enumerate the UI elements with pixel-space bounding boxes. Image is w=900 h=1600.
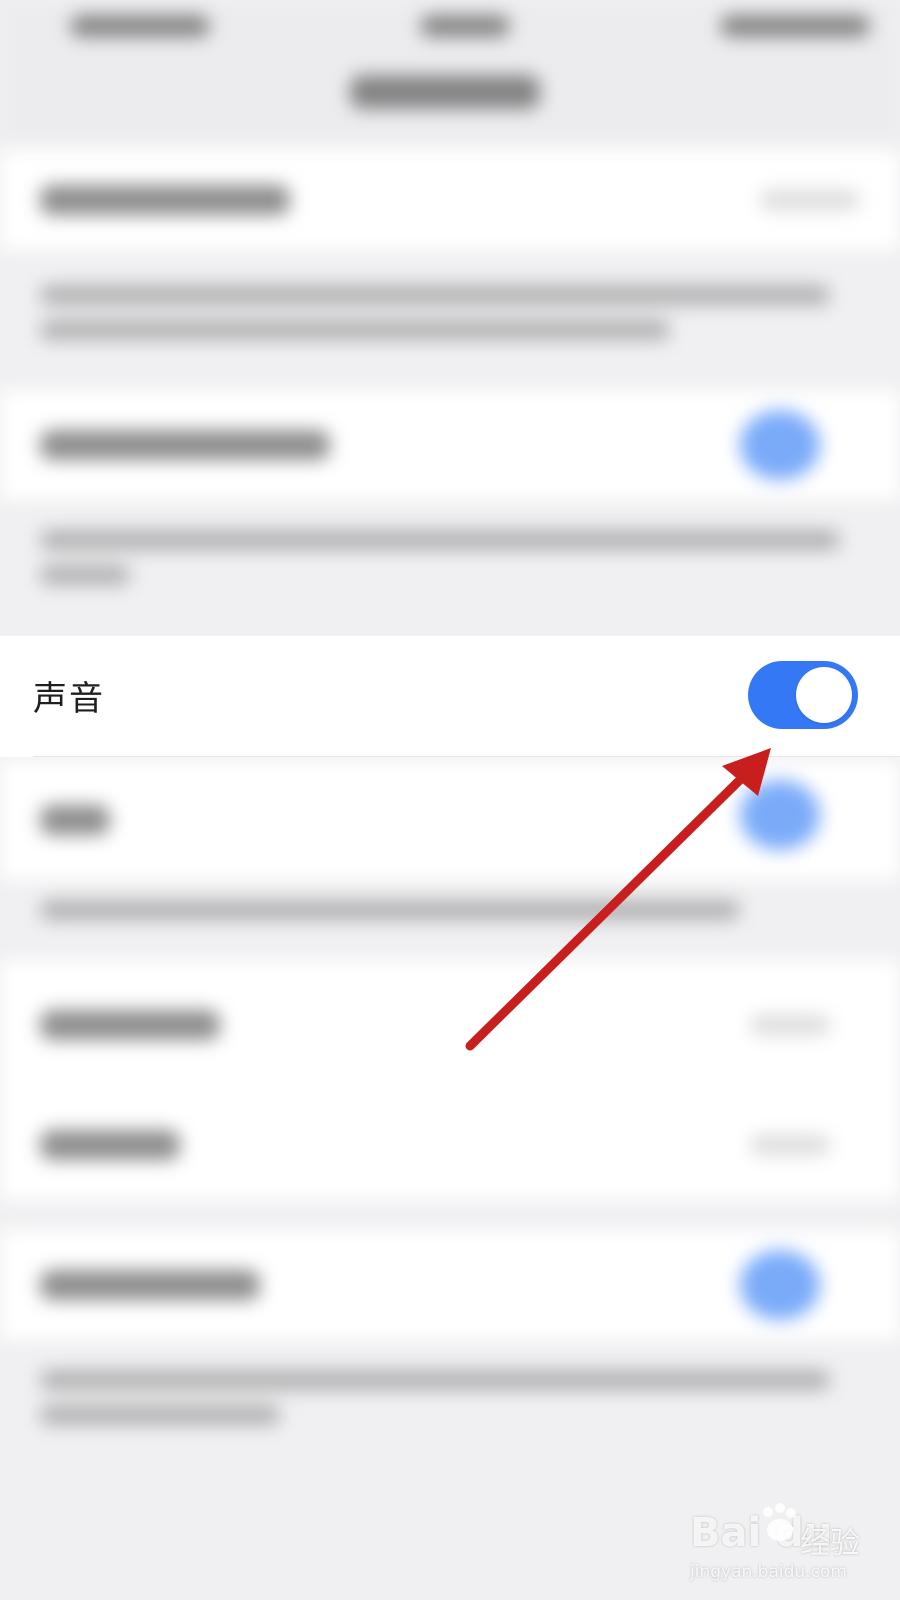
toggle-placeholder [740,780,820,850]
watermark-text: 经验 [800,1526,860,1561]
row-label-placeholder [40,1010,220,1040]
sound-toggle[interactable] [748,661,858,729]
row-label-placeholder [40,1270,260,1300]
toggle-knob [796,667,852,723]
row-label-placeholder [40,430,330,460]
description-placeholder [40,565,130,585]
watermark-url: jingyan.baidu.com [690,1562,847,1582]
row-label-placeholder [40,805,110,835]
description-placeholder [40,1405,280,1425]
row-value-placeholder [750,1135,830,1155]
row-label-placeholder [40,185,290,215]
description-placeholder [40,900,740,920]
row-divider [33,756,900,757]
blurred-background [0,0,900,1600]
description-placeholder [40,285,830,305]
row-value-placeholder [760,190,860,210]
description-placeholder [40,320,670,340]
description-placeholder [40,1370,830,1390]
sound-label: 声音 [33,679,105,719]
page-title-placeholder [350,75,540,109]
toggle-placeholder [740,410,820,480]
row-value-placeholder [750,1015,830,1035]
status-placeholder [70,15,210,37]
baidu-jingyan-watermark: Bai du 经验 jingyan.baidu.com [690,1500,890,1590]
status-placeholder [420,15,510,37]
row-label-placeholder [40,1130,180,1160]
status-placeholder [720,15,870,37]
description-placeholder [40,530,840,550]
settings-row-panel [0,960,900,1200]
toggle-placeholder [740,1250,820,1320]
paw-icon [763,1503,796,1541]
